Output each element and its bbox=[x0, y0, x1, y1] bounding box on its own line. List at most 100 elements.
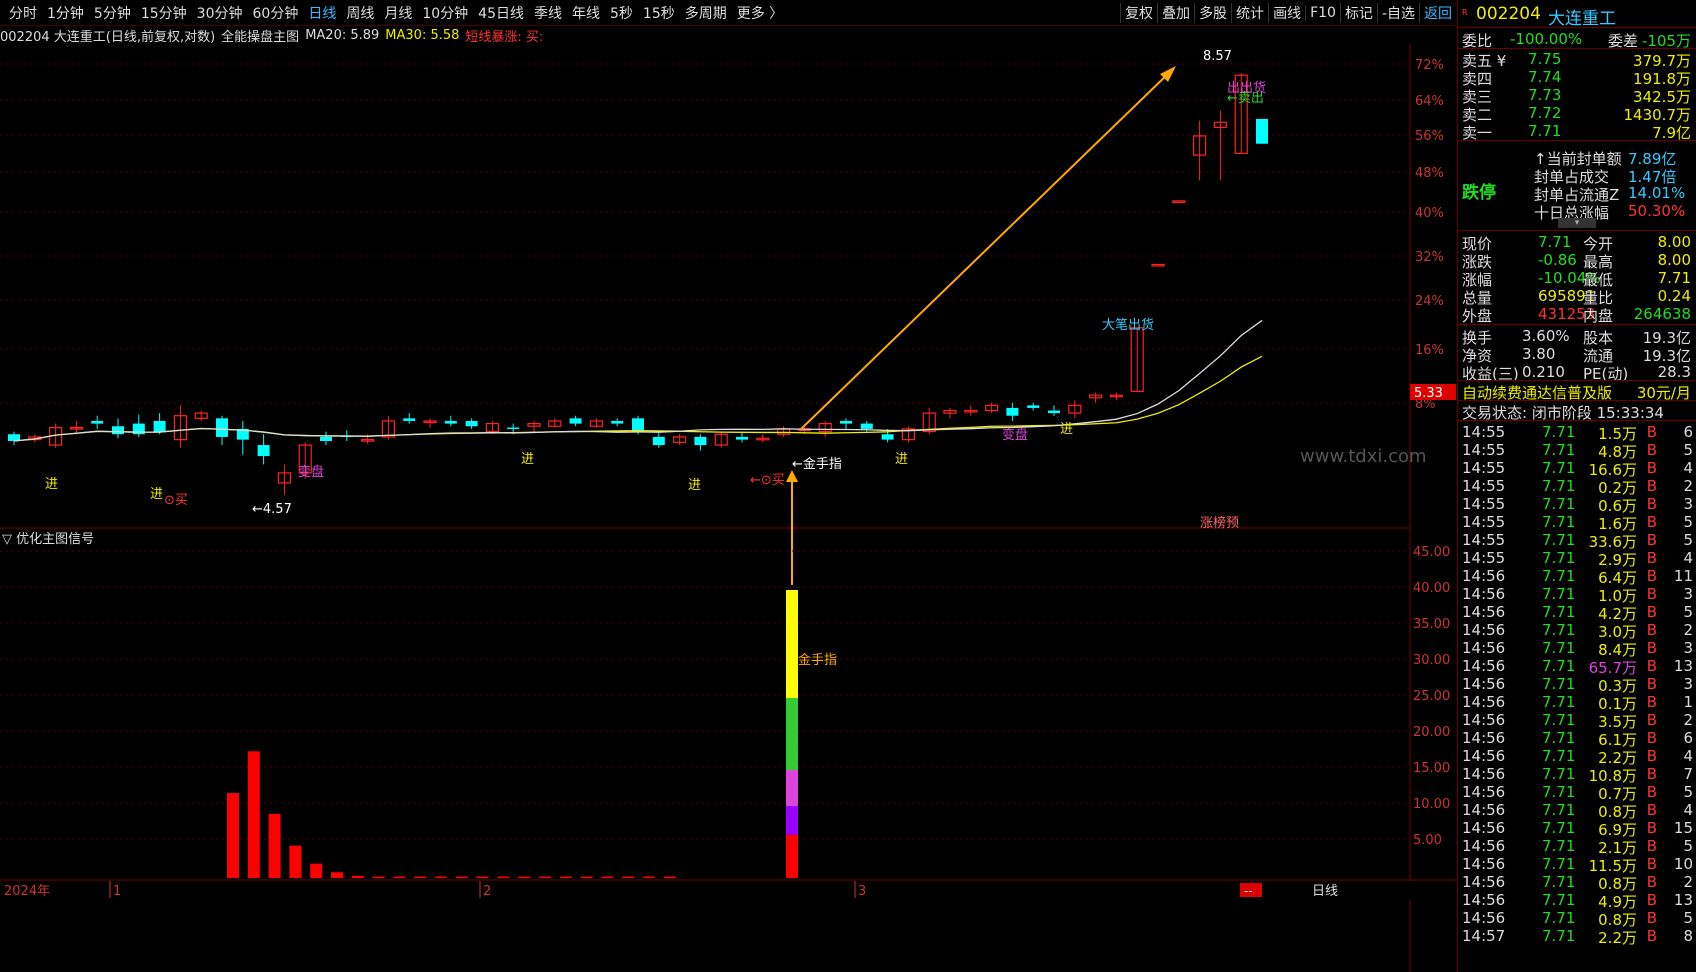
period-tab-3[interactable]: 15分钟 bbox=[136, 3, 192, 23]
indicator-name[interactable]: 全能操盘主图 bbox=[221, 26, 299, 45]
panel-cell: 14:56 bbox=[1462, 603, 1506, 621]
golden-bar-segment bbox=[786, 590, 798, 698]
ask-row: 卖二 7.72 1430.7万 bbox=[1458, 104, 1696, 124]
tick-row: 14:55 7.71 0.6万 B 3 bbox=[1458, 495, 1696, 515]
panel-cell: 0.24 bbox=[1657, 287, 1691, 305]
panel-separator bbox=[1458, 400, 1696, 401]
tool-button-2[interactable]: 多股 bbox=[1194, 2, 1231, 23]
panel-cell: 7.74 bbox=[1528, 68, 1562, 86]
trend-arrow bbox=[799, 69, 1173, 431]
panel-cell: 7.71 bbox=[1542, 567, 1576, 585]
signal-jin: 进 bbox=[45, 477, 58, 492]
period-tab-15[interactable]: 多周期 bbox=[680, 3, 732, 23]
signal-bar bbox=[310, 863, 323, 878]
panel-cell: 14:55 bbox=[1462, 423, 1506, 441]
period-tab-6[interactable]: 日线 bbox=[303, 3, 341, 23]
period-tab-11[interactable]: 季线 bbox=[529, 3, 567, 23]
panel-separator bbox=[1458, 380, 1696, 381]
seal-row: 封单占流通Z 14.01% bbox=[1458, 184, 1696, 204]
candle-body bbox=[840, 420, 852, 424]
period-tab-1[interactable]: 1分钟 bbox=[42, 3, 89, 23]
stock-header: R 002204 大连重工 bbox=[1458, 4, 1696, 29]
golden-bar-segment bbox=[786, 770, 798, 806]
candle-body bbox=[1006, 407, 1019, 416]
golden-bar-segment bbox=[786, 834, 798, 878]
quote-row: 外盘 431253 内盘 264638 bbox=[1458, 305, 1696, 325]
quote-row: 涨幅 -10.04% 最低 7.71 bbox=[1458, 269, 1696, 289]
period-tab-2[interactable]: 5分钟 bbox=[89, 3, 136, 23]
tick-row: 14:56 7.71 0.3万 B 3 bbox=[1458, 675, 1696, 695]
period-tab-13[interactable]: 5秒 bbox=[605, 3, 638, 23]
panel-cell: 3.80 bbox=[1522, 345, 1556, 363]
price-axis-label: 72% bbox=[1415, 58, 1444, 73]
candle-body bbox=[153, 420, 166, 432]
tool-button-3[interactable]: 统计 bbox=[1231, 2, 1268, 23]
tick-row: 14:56 7.71 6.9万 B 15 bbox=[1458, 819, 1696, 839]
ma30-value: MA30: 5.58 bbox=[385, 27, 460, 43]
panel-cell: 14:56 bbox=[1462, 585, 1506, 603]
tool-button-1[interactable]: 叠加 bbox=[1157, 2, 1194, 23]
panel-cell: B bbox=[1646, 873, 1657, 891]
candle-body bbox=[465, 420, 478, 427]
panel-cell: 264638 bbox=[1633, 305, 1691, 323]
period-tab-4[interactable]: 30分钟 bbox=[192, 3, 248, 23]
signal-bar bbox=[663, 876, 676, 878]
panel-cell: 7.71 bbox=[1542, 927, 1576, 945]
period-tab-12[interactable]: 年线 bbox=[567, 3, 605, 23]
period-tab-16[interactable]: 更多 〉 bbox=[732, 3, 788, 23]
panel-cell: 14:55 bbox=[1462, 513, 1506, 531]
tick-row: 14:56 7.71 2.1万 B 5 bbox=[1458, 837, 1696, 857]
candle-body bbox=[881, 434, 894, 440]
signal-bar bbox=[247, 751, 260, 878]
panel-separator bbox=[1458, 140, 1696, 141]
panel-cell: 6 bbox=[1683, 729, 1693, 747]
tick-row: 14:56 7.71 8.4万 B 3 bbox=[1458, 639, 1696, 659]
price-axis-label: 24% bbox=[1415, 294, 1444, 309]
collapse-toggle[interactable]: ▾ bbox=[1558, 218, 1596, 228]
panel-separator bbox=[1458, 324, 1696, 325]
chart-tools: 复权 叠加 多股 统计 画线 F10 标记 -自选 返回 bbox=[1120, 0, 1456, 25]
panel-cell: 5 bbox=[1683, 603, 1693, 621]
period-tab-8[interactable]: 月线 bbox=[379, 3, 417, 23]
panel-cell: 15 bbox=[1673, 819, 1693, 837]
period-tab-14[interactable]: 15秒 bbox=[638, 3, 680, 23]
panel-cell: 14:56 bbox=[1462, 855, 1506, 873]
price-axis-label: 48% bbox=[1415, 166, 1444, 181]
panel-cell: 14:56 bbox=[1462, 783, 1506, 801]
panel-cell: B bbox=[1646, 423, 1657, 441]
signal-maichu: ←卖出 bbox=[1227, 91, 1264, 106]
panel-cell: 4 bbox=[1683, 747, 1693, 765]
tick-row: 14:56 7.71 65.7万 B 13 bbox=[1458, 657, 1696, 677]
period-tab-9[interactable]: 10分钟 bbox=[417, 3, 473, 23]
status-row: 交易状态: 闭市阶段 15:33:34 bbox=[1458, 402, 1696, 422]
panel-cell: 8 bbox=[1683, 927, 1693, 945]
tick-row: 14:55 7.71 4.8万 B 5 bbox=[1458, 441, 1696, 461]
tool-button-0[interactable]: 复权 bbox=[1120, 2, 1157, 23]
tool-button-8[interactable]: 返回 bbox=[1419, 2, 1456, 23]
panel-cell: 5 bbox=[1683, 909, 1693, 927]
panel-cell: B bbox=[1646, 585, 1657, 603]
panel-cell: B bbox=[1646, 909, 1657, 927]
stats-row: 换手 3.60% 股本 19.3亿 bbox=[1458, 327, 1696, 347]
period-tab-7[interactable]: 周线 bbox=[341, 3, 379, 23]
panel-cell: 7.71 bbox=[1538, 233, 1572, 251]
tool-button-4[interactable]: 画线 bbox=[1268, 2, 1305, 23]
time-axis-bg bbox=[0, 881, 1456, 899]
tool-button-7[interactable]: -自选 bbox=[1376, 2, 1419, 23]
signal-bar bbox=[227, 793, 239, 878]
panel-cell: B bbox=[1646, 459, 1657, 477]
signal-bar bbox=[476, 876, 489, 878]
panel-cell: 14:57 bbox=[1462, 927, 1506, 945]
price-axis-label: 56% bbox=[1415, 129, 1444, 144]
candle-body bbox=[257, 445, 270, 457]
tick-row: 14:56 7.71 2.2万 B 4 bbox=[1458, 747, 1696, 767]
quote-row: 涨跌 -0.86 最高 8.00 bbox=[1458, 251, 1696, 271]
tool-button-6[interactable]: 标记 bbox=[1339, 2, 1377, 23]
period-tab-0[interactable]: 分时 bbox=[4, 3, 42, 23]
period-tab-10[interactable]: 45日线 bbox=[473, 3, 529, 23]
period-tab-5[interactable]: 60分钟 bbox=[248, 3, 304, 23]
tool-button-5[interactable]: F10 bbox=[1305, 4, 1340, 21]
chart-canvas[interactable]: 72%64%56%48%40%32%24%16%8%5.33进进 ⊙买变盘进进 ←⊙… bbox=[0, 44, 1456, 972]
panel-cell: 13 bbox=[1673, 891, 1693, 909]
panel-cell: B bbox=[1646, 621, 1657, 639]
